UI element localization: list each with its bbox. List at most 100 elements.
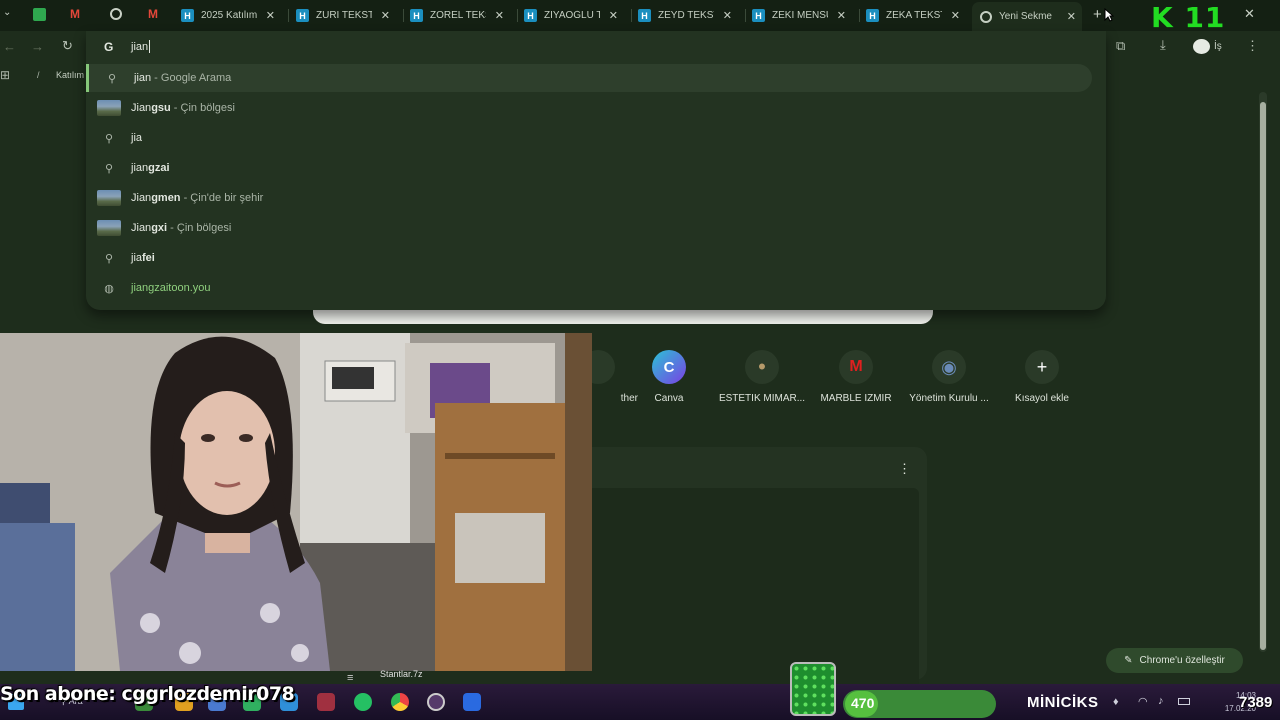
suggestion-text: jia: [131, 132, 143, 144]
bookmark-folder-icon[interactable]: /: [37, 70, 40, 80]
tab-close-icon[interactable]: ✕: [495, 9, 504, 22]
suggestion-text: jiafei: [131, 252, 155, 264]
suggestion-text: jiangzaitoon.you: [131, 282, 211, 294]
tab-zeki-mensu[interactable]: H ZEKİ MENSU ✕: [752, 4, 852, 27]
suggestion-row[interactable]: ⚲ jiafei: [86, 244, 1092, 272]
suggestion-row[interactable]: ⚲ jia: [86, 124, 1092, 152]
shortcut-yonetim-kurulu[interactable]: ◉ Yönetim Kurulu ...: [903, 350, 995, 404]
tab-close-icon[interactable]: ✕: [1067, 10, 1076, 23]
chrome-menu-icon[interactable]: ⋮: [1246, 38, 1259, 54]
suggestion-text: Jiangxi - Çin bölgesi: [131, 222, 232, 234]
shortcut-label: ESTETİK MİMAR...: [718, 393, 806, 404]
reload-icon[interactable]: ↻: [62, 38, 73, 54]
estetik-icon: •: [745, 350, 779, 384]
tab-label: ZEKA TEKST: [886, 10, 942, 21]
chrome-icon: [980, 10, 992, 23]
tab-close-icon[interactable]: ✕: [951, 9, 960, 22]
tab-close-icon[interactable]: ✕: [609, 9, 618, 22]
battery-icon[interactable]: [1178, 698, 1190, 705]
h-favicon-icon: H: [866, 9, 879, 22]
search-icon: ⚲: [104, 132, 114, 145]
omnibox-input-row[interactable]: G jian: [86, 31, 1106, 63]
back-arrow-icon[interactable]: ←: [3, 39, 16, 54]
h-favicon-icon: H: [181, 9, 194, 22]
profile-avatar[interactable]: [1193, 39, 1210, 54]
taskbar-menu-icon[interactable]: ≡: [347, 672, 353, 684]
suggestion-text: Jiangsu - Çin bölgesi: [131, 102, 235, 114]
canva-icon: C: [652, 350, 686, 384]
apps-grid-icon[interactable]: ⊞: [0, 68, 10, 82]
omnibox-input[interactable]: jian: [131, 41, 148, 53]
suggestion-row[interactable]: ⚲ jiangzai: [86, 154, 1092, 182]
tab-close-icon[interactable]: ✕: [837, 9, 846, 22]
tab-zuri-tekstil[interactable]: H ZURI TEKSTİL ✕: [296, 4, 396, 27]
scrollbar-thumb[interactable]: [1260, 102, 1266, 650]
webcam-overlay: [0, 333, 592, 671]
suggestion-text: jiangzai: [131, 162, 170, 174]
suggestion-text: Jiangmen - Çin'de bir şehir: [131, 192, 264, 204]
taskbar-app-icon[interactable]: [317, 693, 335, 711]
suggestion-row[interactable]: Jiangxi - Çin bölgesi: [86, 214, 1092, 242]
suggestion-thumbnail: [97, 189, 121, 207]
shortcut-label: MARBLE İZMİR: [820, 393, 892, 404]
volume-icon[interactable]: ♪: [1158, 695, 1164, 707]
tab-label: ZEYD TEKSTİ: [658, 10, 714, 21]
shortcut-marble-izmir[interactable]: M MARBLE İZMİR: [810, 350, 902, 404]
yonetim-icon: ◉: [932, 350, 966, 384]
tab-ziyaoglu[interactable]: H ZİYAOĞLU T ✕: [524, 4, 624, 27]
tab-yeni-sekme[interactable]: Yeni Sekme ✕: [972, 2, 1082, 31]
tab-separator: [745, 9, 746, 22]
green-beads-jar-icon: [790, 662, 836, 716]
window-close-icon[interactable]: ✕: [1244, 6, 1255, 22]
tab-separator: [631, 9, 632, 22]
whatsapp-icon[interactable]: [354, 693, 372, 711]
stream-corner-badge: K 11: [1151, 1, 1226, 34]
text-caret: [149, 40, 150, 53]
tab-separator: [859, 9, 860, 22]
tab-label: ZURI TEKSTİL: [316, 10, 372, 21]
google-g-icon: G: [104, 40, 114, 54]
tab-close-icon[interactable]: ✕: [723, 9, 732, 22]
chrome-taskbar-icon[interactable]: [391, 693, 409, 711]
shortcut-estetik-mimar[interactable]: • ESTETİK MİMAR...: [716, 350, 808, 404]
tab-zorel-teks[interactable]: H ZOREL TEKS ✕: [410, 4, 510, 27]
microphone-icon[interactable]: ♦: [1113, 696, 1119, 708]
tab-search-chevron-icon[interactable]: ⌄: [3, 7, 11, 18]
shortcut-canva[interactable]: C Canva: [623, 350, 715, 404]
taskbar-app-icon[interactable]: [427, 693, 445, 711]
taskbar-app-icon[interactable]: [463, 693, 481, 711]
suggestion-row[interactable]: ⚲ jian - Google Arama: [86, 64, 1092, 92]
tab-label: ZİYAOĞLU T: [544, 10, 600, 21]
new-tab-plus-icon[interactable]: +: [1093, 6, 1102, 23]
card-menu-icon[interactable]: ⋮: [898, 461, 911, 477]
circle-tab-icon[interactable]: [110, 8, 122, 20]
download-icon[interactable]: ⤓: [1160, 37, 1166, 53]
gmail-tab-icon-2[interactable]: M: [148, 7, 158, 21]
webcam-image: [0, 333, 592, 671]
shortcut-label: Kısayol ekle: [1015, 393, 1069, 404]
bookmark-katilim[interactable]: Katılım: [56, 70, 84, 80]
globe-icon: ◍: [104, 282, 114, 295]
tab-close-icon[interactable]: ✕: [381, 9, 390, 22]
wifi-icon[interactable]: ◠: [1138, 695, 1148, 708]
extensions-puzzle-icon[interactable]: ⧉: [1116, 38, 1125, 54]
tab-label: ZEKİ MENSU: [772, 10, 828, 21]
stream-miniciks-label: MİNİCİKS: [1027, 694, 1099, 711]
forward-arrow-icon[interactable]: →: [31, 39, 44, 54]
gmail-tab-icon[interactable]: M: [70, 7, 80, 21]
tab-zeka-tekst[interactable]: H ZEKA TEKST ✕: [866, 4, 966, 27]
sheets-tab-icon[interactable]: [33, 8, 46, 21]
tab-close-icon[interactable]: ✕: [266, 9, 275, 22]
tab-zeyd-tekstil[interactable]: H ZEYD TEKSTİ ✕: [638, 4, 738, 27]
mouse-cursor-icon: [1104, 8, 1114, 22]
ntp-module-body: [560, 488, 919, 688]
customize-chrome-button[interactable]: ✎ Chrome'u özelleştir: [1106, 648, 1243, 673]
tab-2025-katilim[interactable]: H 2025 Katılım ✕: [181, 4, 281, 27]
stream-counter: 470: [851, 695, 875, 711]
shortcut-add[interactable]: + Kısayol ekle: [996, 350, 1088, 404]
suggestion-text: jian - Google Arama: [134, 72, 232, 84]
suggestion-row[interactable]: Jiangmen - Çin'de bir şehir: [86, 184, 1092, 212]
add-shortcut-plus-icon: +: [1025, 350, 1059, 384]
suggestion-row[interactable]: Jiangsu - Çin bölgesi: [86, 94, 1092, 122]
suggestion-row[interactable]: ◍ jiangzaitoon.you: [86, 274, 1092, 302]
